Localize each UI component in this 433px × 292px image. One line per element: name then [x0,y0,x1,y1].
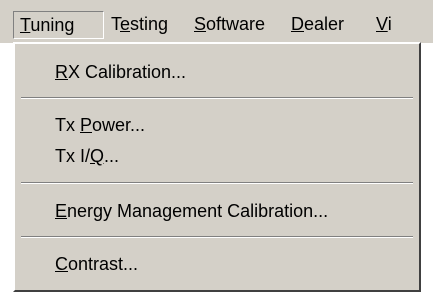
menu-separator [21,182,413,184]
menu-view[interactable]: Vi [370,11,392,39]
menu-separator [21,236,413,238]
menu-bar: Tuning Testing Software Dealer Vi [0,0,433,43]
menu-testing[interactable]: Testing [105,11,168,39]
menu-tuning[interactable]: Tuning [13,11,104,39]
menu-item-rx-calibration[interactable]: RX Calibration... [55,57,186,87]
menu-item-contrast[interactable]: Contrast... [55,249,138,279]
menu-item-energy-management-calibration[interactable]: Energy Management Calibration... [55,196,328,226]
menu-item-tx-power[interactable]: Tx Power... [55,110,145,140]
menu-separator [21,97,413,99]
menu-software[interactable]: Software [188,11,265,39]
tuning-dropdown-menu: RX Calibration... Tx Power... Tx I/Q... … [13,42,421,292]
menu-dealer[interactable]: Dealer [285,11,344,39]
menu-item-tx-iq[interactable]: Tx I/Q... [55,141,119,171]
